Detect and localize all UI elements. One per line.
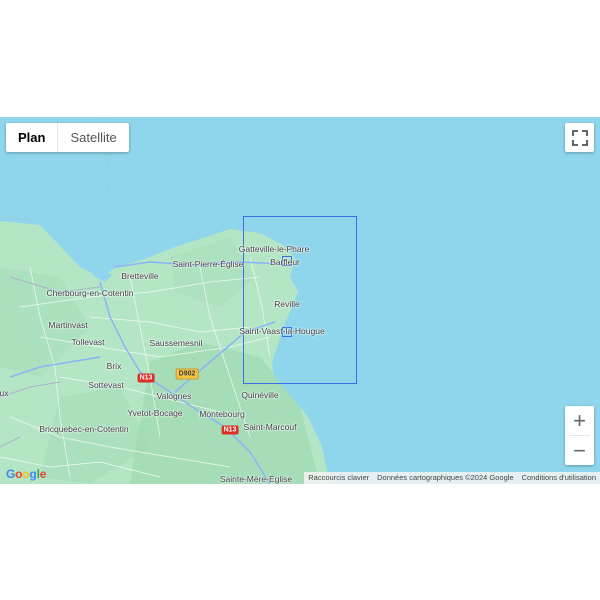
road-badge-d902: D902 <box>175 368 199 380</box>
label-yvetot: Yvetot-Bocage <box>127 408 183 418</box>
label-bretteville: Bretteville <box>121 271 159 281</box>
label-sainte-mere: Sainte-Mère-Église <box>219 474 293 484</box>
label-martinvast: Martinvast <box>48 320 88 330</box>
label-reville: Reville <box>274 299 300 309</box>
map-type-plan-button[interactable]: Plan <box>6 123 59 152</box>
label-saussemesnil: Saussemesnil <box>149 338 203 348</box>
label-cherbourg: Cherbourg-en-Cotentin <box>46 288 134 298</box>
road-badge-n13: N13 <box>137 373 155 383</box>
label-saint-pierre: Saint-Pierre-Église <box>172 259 244 269</box>
map-type-control: Plan Satellite <box>6 123 129 152</box>
map-footer: Raccourcis clavier Données cartographiqu… <box>304 472 600 484</box>
label-montebourg: Montebourg <box>199 409 245 419</box>
label-saint-marcouf: Saint-Marcouf <box>243 422 297 432</box>
label-saint-vaast: Saint-Vaast-la-Hougue <box>239 326 325 336</box>
label-quineville: Quinéville <box>241 390 279 400</box>
label-valognes: Valognes <box>156 391 192 401</box>
label-sottevast: Sottevast <box>88 380 124 390</box>
fullscreen-button[interactable] <box>565 123 594 152</box>
terms-link[interactable]: Conditions d'utilisation <box>518 472 600 484</box>
road-badge-n13: N13 <box>221 425 239 435</box>
map-type-satellite-button[interactable]: Satellite <box>58 123 128 152</box>
zoom-control: + − <box>565 406 594 465</box>
map-data-attribution: Données cartographiques ©2024 Google <box>377 473 514 482</box>
google-logo: Google <box>6 467 47 481</box>
zoom-in-button[interactable]: + <box>565 406 594 435</box>
label-brix: Brix <box>106 361 122 371</box>
label-bricquebec: Bricquebec-en-Cotentin <box>39 424 129 434</box>
label-tollevast: Tollevast <box>71 337 105 347</box>
map-view[interactable]: Gatteville-le-Phare Barfleur Saint-Pierr… <box>0 117 600 484</box>
fullscreen-icon <box>571 129 588 146</box>
keyboard-shortcuts-link[interactable]: Raccourcis clavier <box>304 472 373 484</box>
zoom-out-button[interactable]: − <box>565 436 594 465</box>
label-barfleur: Barfleur <box>270 257 300 267</box>
label-partial-left: ux <box>0 388 9 398</box>
label-gatteville: Gatteville-le-Phare <box>238 244 310 254</box>
